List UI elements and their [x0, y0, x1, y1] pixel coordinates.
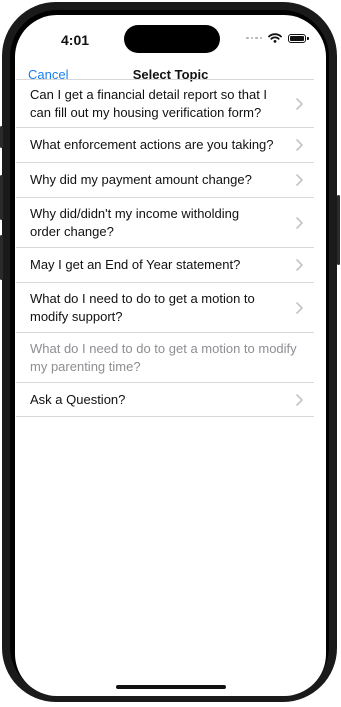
chevron-right-icon — [291, 97, 314, 110]
home-indicator[interactable] — [116, 685, 226, 689]
topic-row-year-end-statement[interactable]: May I get an End of Year statement? — [16, 247, 314, 282]
topic-label: May I get an End of Year statement? — [30, 257, 241, 272]
volume-up-button — [0, 175, 3, 220]
chevron-right-icon — [291, 174, 314, 186]
topic-label: Why did/didn't my income witholding orde… — [30, 205, 240, 239]
volume-down-button — [0, 235, 3, 280]
chevron-right-icon — [290, 301, 314, 314]
topic-row-income-withholding[interactable]: Why did/didn't my income witholding orde… — [16, 197, 314, 247]
power-button — [337, 195, 340, 265]
chevron-right-icon — [290, 216, 314, 229]
topic-label: Can I get a financial detail report so t… — [30, 86, 268, 120]
status-icons — [246, 33, 309, 43]
battery-icon — [288, 33, 309, 43]
topic-row-modify-support[interactable]: What do I need to do to get a motion to … — [16, 282, 314, 332]
silent-switch — [0, 126, 3, 148]
topic-label: What do I need to do to get a motion to … — [30, 340, 297, 374]
dynamic-island — [124, 25, 220, 53]
chevron-right-icon — [291, 139, 314, 151]
topic-label: What do I need to do to get a motion to … — [30, 290, 255, 324]
topic-row-modify-parenting-time: What do I need to do to get a motion to … — [16, 332, 314, 382]
chevron-right-icon — [291, 393, 314, 406]
topic-row-ask-question[interactable]: Ask a Question? — [16, 382, 314, 417]
cellular-signal-icon — [246, 36, 262, 40]
topic-label: Ask a Question? — [30, 391, 126, 407]
topic-row-payment-change[interactable]: Why did my payment amount change? — [16, 162, 314, 197]
topic-label: Why did my payment amount change? — [30, 172, 252, 187]
topic-row-financial-report[interactable]: Can I get a financial detail report so t… — [16, 79, 314, 127]
chevron-right-icon — [291, 259, 314, 271]
status-time: 4:01 — [61, 32, 90, 48]
topic-row-enforcement-actions[interactable]: What enforcement actions are you taking? — [16, 127, 314, 162]
wifi-icon — [268, 33, 282, 43]
topic-label: What enforcement actions are you taking? — [30, 137, 274, 152]
topic-list: Can I get a financial detail report so t… — [16, 79, 314, 417]
